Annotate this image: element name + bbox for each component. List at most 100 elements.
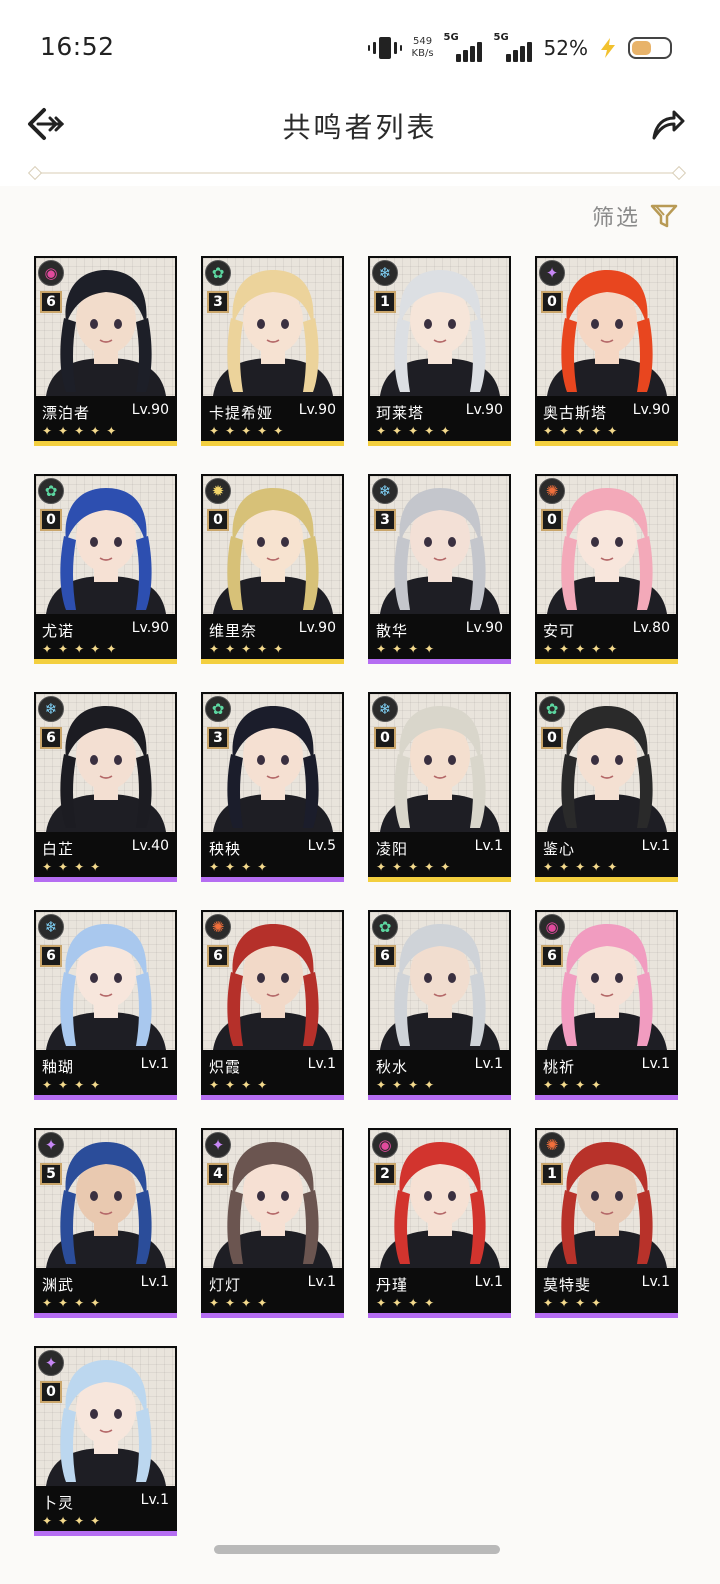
rarity-stars: ✦✦✦✦✦ xyxy=(209,424,290,438)
character-name: 釉瑚 xyxy=(42,1058,75,1076)
signal-icon: 5G xyxy=(494,32,534,62)
character-card[interactable]: ✦ 0 奥古斯塔 Lv.90 ✦✦✦✦✦ xyxy=(535,256,678,446)
battery-level-fill xyxy=(632,41,651,55)
rarity-bar xyxy=(34,1531,177,1536)
charging-bolt-icon xyxy=(601,38,615,58)
character-name: 白芷 xyxy=(42,840,75,858)
character-card[interactable]: ❄ 1 珂莱塔 Lv.90 ✦✦✦✦✦ xyxy=(368,256,511,446)
character-name: 漂泊者 xyxy=(42,404,91,422)
character-name: 灯灯 xyxy=(209,1276,242,1294)
resonance-chain-badge: 0 xyxy=(40,1381,62,1403)
character-card[interactable]: ✺ 1 莫特斐 Lv.1 ✦✦✦✦ xyxy=(535,1128,678,1318)
resonance-chain-badge: 6 xyxy=(374,945,396,967)
rarity-bar xyxy=(535,1313,678,1318)
character-card[interactable]: ✺ 6 炽霞 Lv.1 ✦✦✦✦ xyxy=(201,910,344,1100)
resonance-chain-badge: 0 xyxy=(207,509,229,531)
character-card[interactable]: ✿ 0 尤诺 Lv.90 ✦✦✦✦✦ xyxy=(34,474,177,664)
element-glacio-icon: ❄ xyxy=(372,478,398,504)
rarity-bar xyxy=(201,1095,344,1100)
rarity-bar xyxy=(34,1095,177,1100)
character-card[interactable]: ◉ 6 桃祈 Lv.1 ✦✦✦✦ xyxy=(535,910,678,1100)
resonance-chain-badge: 6 xyxy=(40,291,62,313)
character-card[interactable]: ❄ 6 白芷 Lv.40 ✦✦✦✦ xyxy=(34,692,177,882)
character-card[interactable]: ✿ 6 秋水 Lv.1 ✦✦✦✦ xyxy=(368,910,511,1100)
share-icon[interactable] xyxy=(650,106,686,142)
rarity-stars: ✦✦✦✦ xyxy=(209,860,274,874)
character-name: 维里奈 xyxy=(209,622,258,640)
rarity-stars: ✦✦✦✦ xyxy=(376,642,441,656)
element-electro-icon: ✦ xyxy=(539,260,565,286)
network-speed: 549 KB/s xyxy=(412,36,434,60)
filter-button[interactable]: 筛选 xyxy=(592,200,678,232)
rarity-stars: ✦✦✦✦✦ xyxy=(42,642,123,656)
character-level: Lv.90 xyxy=(465,402,503,418)
character-card[interactable]: ❄ 3 散华 Lv.90 ✦✦✦✦ xyxy=(368,474,511,664)
element-glacio-icon: ❄ xyxy=(372,260,398,286)
character-name: 珂莱塔 xyxy=(376,404,425,422)
character-name: 渊武 xyxy=(42,1276,75,1294)
character-level: Lv.1 xyxy=(641,1056,670,1072)
filter-funnel-icon xyxy=(650,204,678,228)
vibrate-icon xyxy=(367,37,402,59)
character-card[interactable]: ✦ 4 灯灯 Lv.1 ✦✦✦✦ xyxy=(201,1128,344,1318)
character-card[interactable]: ✿ 3 卡提希娅 Lv.90 ✦✦✦✦✦ xyxy=(201,256,344,446)
character-level: Lv.90 xyxy=(131,620,169,636)
character-level: Lv.1 xyxy=(641,838,670,854)
character-card[interactable]: ✿ 3 秧秧 Lv.5 ✦✦✦✦ xyxy=(201,692,344,882)
rarity-stars: ✦✦✦✦ xyxy=(376,1296,441,1310)
character-name: 炽霞 xyxy=(209,1058,242,1076)
element-fusion-icon: ✺ xyxy=(205,914,231,940)
battery-icon xyxy=(628,37,672,59)
character-card[interactable]: ✿ 0 鉴心 Lv.1 ✦✦✦✦✦ xyxy=(535,692,678,882)
character-card[interactable]: ◉ 6 漂泊者 Lv.90 ✦✦✦✦✦ xyxy=(34,256,177,446)
character-level: Lv.1 xyxy=(474,1274,503,1290)
resonance-chain-badge: 4 xyxy=(207,1163,229,1185)
home-indicator[interactable] xyxy=(214,1545,500,1554)
resonance-chain-badge: 0 xyxy=(374,727,396,749)
rarity-bar xyxy=(368,1095,511,1100)
rarity-bar xyxy=(535,877,678,882)
character-level: Lv.1 xyxy=(140,1492,169,1508)
element-electro-icon: ✦ xyxy=(38,1350,64,1376)
element-havoc-icon: ◉ xyxy=(38,260,64,286)
rarity-bar xyxy=(535,1095,678,1100)
character-level: Lv.90 xyxy=(465,620,503,636)
character-level: Lv.1 xyxy=(474,838,503,854)
rarity-stars: ✦✦✦✦✦ xyxy=(376,424,457,438)
rarity-bar xyxy=(368,1313,511,1318)
rarity-bar xyxy=(201,1313,344,1318)
character-card[interactable]: ❄ 6 釉瑚 Lv.1 ✦✦✦✦ xyxy=(34,910,177,1100)
rarity-stars: ✦✦✦✦ xyxy=(42,1514,107,1528)
rarity-bar xyxy=(201,441,344,446)
rarity-bar xyxy=(535,659,678,664)
character-level: Lv.1 xyxy=(474,1056,503,1072)
rarity-stars: ✦✦✦✦ xyxy=(543,1296,608,1310)
resonance-chain-badge: 6 xyxy=(40,945,62,967)
rarity-stars: ✦✦✦✦ xyxy=(209,1296,274,1310)
character-card[interactable]: ✦ 0 卜灵 Lv.1 ✦✦✦✦ xyxy=(34,1346,177,1536)
character-card[interactable]: ❄ 0 凌阳 Lv.1 ✦✦✦✦✦ xyxy=(368,692,511,882)
network-speed-unit: KB/s xyxy=(411,48,434,59)
rarity-stars: ✦✦✦✦ xyxy=(376,1078,441,1092)
character-level: Lv.40 xyxy=(131,838,169,854)
resonance-chain-badge: 0 xyxy=(541,291,563,313)
rarity-bar xyxy=(34,877,177,882)
character-card[interactable]: ✦ 5 渊武 Lv.1 ✦✦✦✦ xyxy=(34,1128,177,1318)
character-card[interactable]: ✺ 0 安可 Lv.80 ✦✦✦✦✦ xyxy=(535,474,678,664)
resonance-chain-badge: 6 xyxy=(207,945,229,967)
rarity-bar xyxy=(34,1313,177,1318)
character-level: Lv.5 xyxy=(307,838,336,854)
status-icons: 549 KB/s 5G 5G 52% xyxy=(367,32,672,64)
rarity-stars: ✦✦✦✦ xyxy=(42,1296,107,1310)
resonance-chain-badge: 1 xyxy=(374,291,396,313)
character-level: Lv.90 xyxy=(298,620,336,636)
rarity-bar xyxy=(368,441,511,446)
element-fusion-icon: ✺ xyxy=(539,478,565,504)
character-level: Lv.80 xyxy=(632,620,670,636)
element-aero-icon: ✿ xyxy=(372,914,398,940)
rarity-bar xyxy=(368,877,511,882)
character-card[interactable]: ◉ 2 丹瑾 Lv.1 ✦✦✦✦ xyxy=(368,1128,511,1318)
character-name: 凌阳 xyxy=(376,840,409,858)
character-card[interactable]: ✹ 0 维里奈 Lv.90 ✦✦✦✦✦ xyxy=(201,474,344,664)
character-level: Lv.1 xyxy=(140,1056,169,1072)
